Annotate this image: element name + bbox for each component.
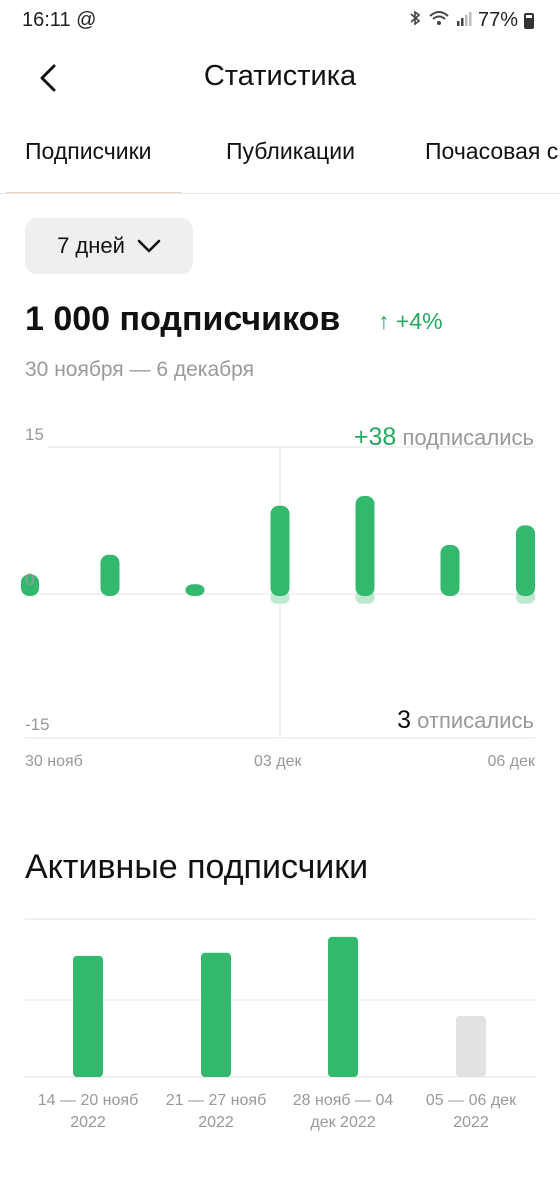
- week-label-line2: дек 2022: [310, 1114, 376, 1131]
- tab-subscribers[interactable]: Подписчики: [25, 138, 152, 165]
- section-title-active-subscribers: Активные подписчики: [25, 848, 369, 886]
- week-label-line1: 21 — 27 нояб: [165, 1092, 267, 1109]
- subscribers-total: 1 000 подписчиков: [25, 300, 341, 338]
- subscribers-chart: 15 0 -15 +38 подписались 3 отписались 30…: [0, 420, 560, 780]
- unsubscribed-label: отписались: [417, 708, 534, 733]
- subscribed-label: подписались: [402, 425, 534, 450]
- date-range: 30 ноября — 6 декабря: [25, 358, 254, 381]
- week-label-line1: 28 нояб — 04: [292, 1092, 394, 1109]
- page-title: Статистика: [203, 60, 357, 92]
- week-label-line2: 2022: [70, 1114, 106, 1131]
- battery-percent: 77%: [477, 9, 518, 31]
- bluetooth-icon: [408, 9, 422, 32]
- tab-publications[interactable]: Публикации: [226, 138, 355, 165]
- y-tick-zero: 0: [25, 570, 35, 589]
- active-subscribers-chart-svg: [25, 918, 535, 1078]
- status-time: 16:11 @: [22, 9, 96, 32]
- battery-icon: [524, 12, 534, 29]
- week-label-line2: 2022: [453, 1114, 489, 1131]
- week-label-line1: 05 — 06 дек: [425, 1092, 517, 1109]
- week-label: 14 — 20 нояб 2022: [24, 1090, 152, 1134]
- subscribe-bar: [440, 545, 460, 596]
- active-subscribers-chart: 14 — 20 нояб 2022 21 — 27 нояб 2022 28 н…: [0, 910, 560, 1150]
- status-at-symbol: @: [76, 9, 97, 31]
- active-subscribers-bar: [201, 952, 231, 1077]
- tab-bar: Подписчики Публикации Почасовая с: [0, 122, 560, 194]
- week-label: 28 нояб — 04 дек 2022: [279, 1090, 407, 1134]
- subscribe-bar: [100, 554, 120, 596]
- week-label: 21 — 27 нояб 2022: [152, 1090, 280, 1134]
- status-time-text: 16:11: [22, 9, 71, 31]
- subscribe-bar: [516, 525, 535, 596]
- chevron-down-icon: [137, 239, 161, 253]
- subscribed-annotation: +38 подписались: [354, 423, 534, 452]
- app-header: Статистика: [0, 40, 560, 116]
- y-tick-bottom: -15: [25, 715, 50, 734]
- subscribers-growth: ↑ +4%: [378, 308, 443, 334]
- week-label-line2: 2022: [198, 1114, 234, 1131]
- status-bar: 16:11 @ 77%: [0, 0, 560, 40]
- week-label-line1: 14 — 20 нояб: [37, 1092, 139, 1109]
- period-selector[interactable]: 7 дней: [25, 218, 193, 274]
- period-label: 7 дней: [57, 233, 125, 258]
- unsubscribed-count: 3: [397, 706, 412, 734]
- subscribed-count: +38: [353, 423, 397, 451]
- status-icons: 77%: [408, 9, 534, 32]
- active-tab-indicator: [6, 192, 182, 193]
- x-tick-label: 30 нояб: [25, 753, 83, 770]
- active-subscribers-bar: [456, 1015, 486, 1077]
- unsubscribed-annotation: 3 отписались: [397, 706, 534, 735]
- tab-hourly[interactable]: Почасовая с: [425, 138, 558, 165]
- subscribe-bar: [270, 505, 290, 596]
- x-tick-label: 03 дек: [254, 753, 302, 770]
- week-label: 05 — 06 дек 2022: [407, 1090, 535, 1134]
- subscribe-bar: [185, 584, 205, 596]
- subscribe-bar: [355, 496, 375, 596]
- active-subscribers-bar: [328, 936, 358, 1077]
- x-tick-label: 06 дек: [487, 753, 535, 770]
- y-tick-top: 15: [25, 425, 44, 444]
- active-subscribers-bar: [73, 955, 103, 1077]
- signal-icon: [456, 9, 472, 32]
- wifi-icon: [428, 9, 450, 32]
